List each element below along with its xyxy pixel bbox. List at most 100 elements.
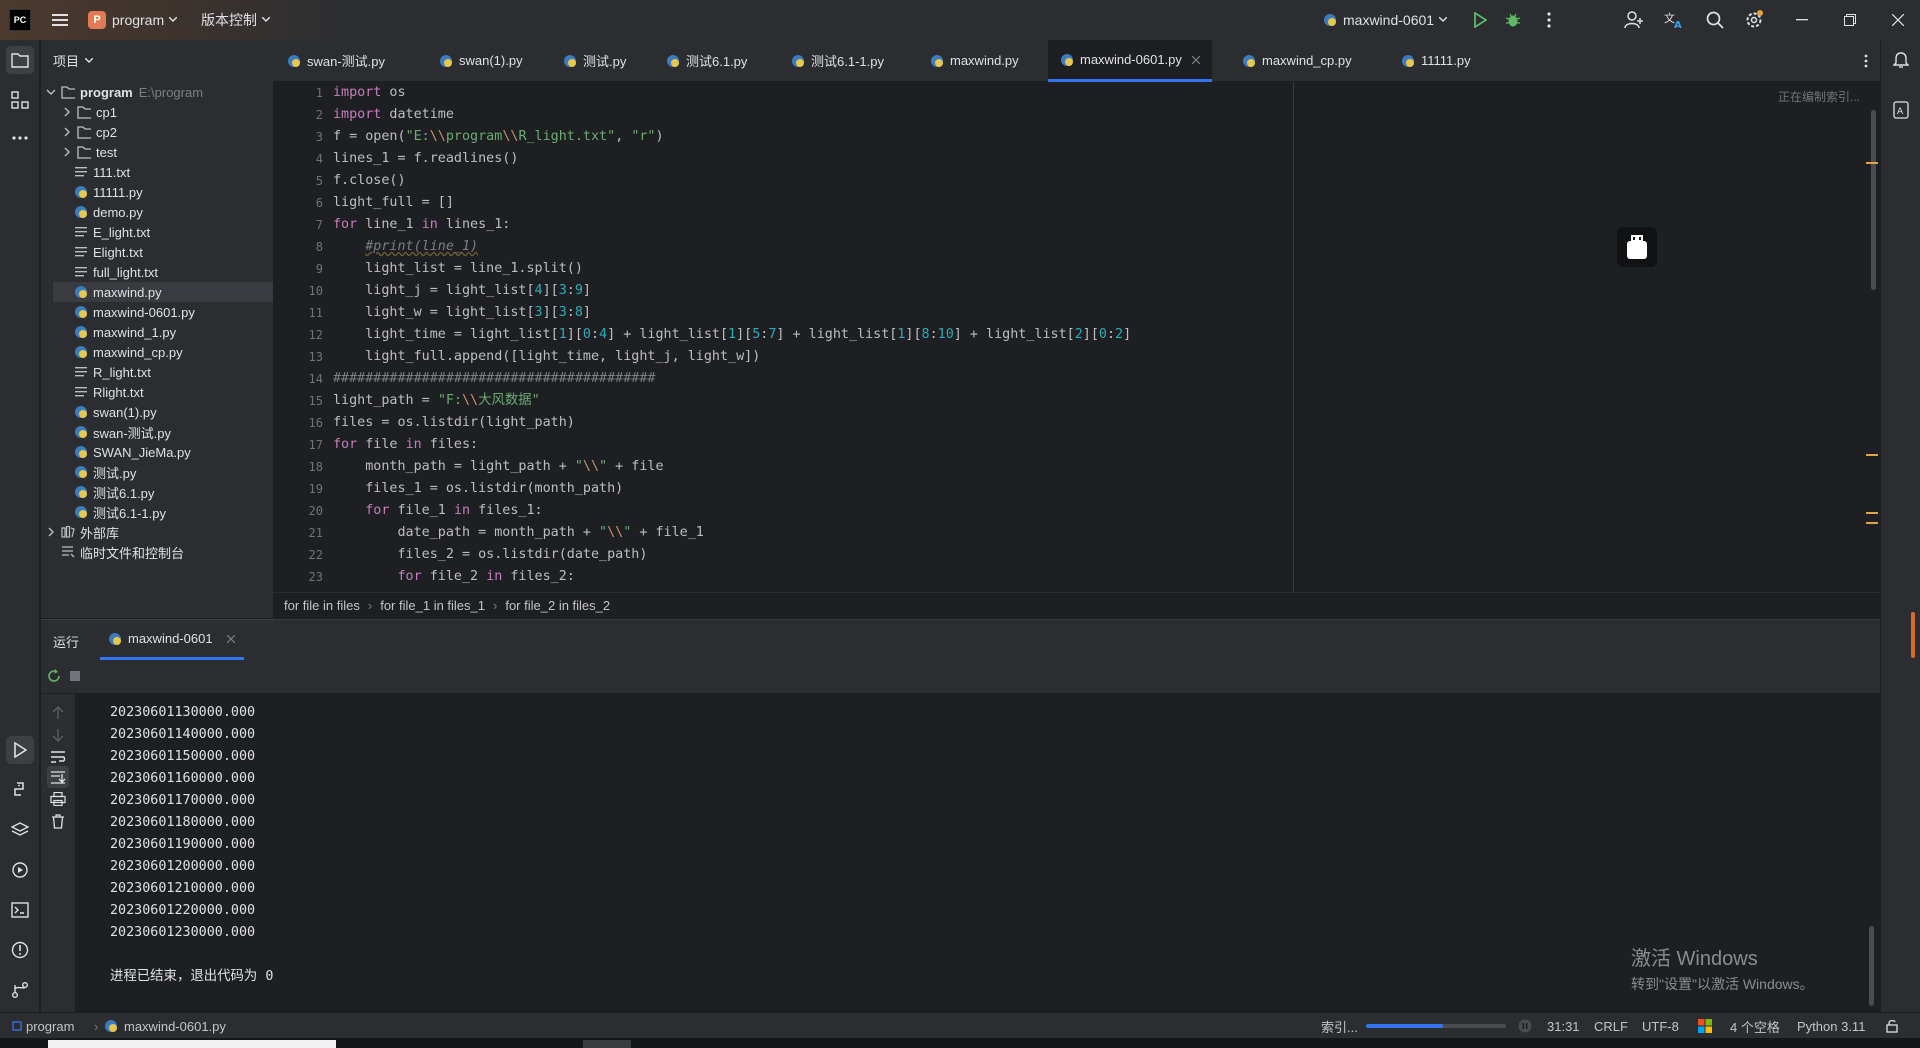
status-cursor-position[interactable]: 31:31 [1547, 1013, 1580, 1039]
more-actions-icon[interactable] [1539, 6, 1559, 34]
console-output-line: 20230601210000.000 [110, 881, 256, 896]
tab-active-file[interactable]: maxwind-0601.py [1048, 40, 1212, 82]
tree-item[interactable]: maxwind.py [53, 282, 273, 302]
tab-file[interactable]: swan-测试.py [275, 40, 397, 81]
debug-icon[interactable] [1503, 6, 1523, 34]
tree-item[interactable]: 测试.py [41, 462, 273, 482]
chevron-right-icon[interactable] [61, 127, 73, 137]
breadcrumb-item[interactable]: for file_1 in files_1 [380, 598, 485, 613]
code-area[interactable]: import os import datetime f = open("E:\\pr… [333, 82, 1583, 592]
tree-item[interactable]: 11111.py [41, 182, 273, 202]
tree-item[interactable]: 111.txt [41, 162, 273, 182]
stop-icon[interactable] [69, 670, 81, 682]
tree-item-label: 测试6.1.py [93, 485, 155, 501]
status-file[interactable]: maxwind-0601.py [104, 1013, 226, 1039]
tab-label: 11111.py [1421, 53, 1471, 68]
color-scheme-icon[interactable] [1698, 1013, 1712, 1039]
tree-item[interactable]: Rlight.txt [41, 382, 273, 402]
chevron-down-icon[interactable] [45, 89, 57, 96]
tab-file[interactable]: 测试.py [551, 40, 638, 81]
tree-item[interactable]: Elight.txt [41, 242, 273, 262]
tree-item[interactable]: maxwind_1.py [41, 322, 273, 342]
soft-wrap-icon[interactable] [47, 746, 69, 768]
project-panel-header[interactable]: 项目 [41, 40, 273, 81]
tree-item[interactable]: swan-测试.py [41, 422, 273, 442]
main-menu-icon[interactable] [48, 6, 72, 34]
tree-item[interactable]: R_light.txt [41, 362, 273, 382]
ai-assistant-icon[interactable]: A [1887, 96, 1915, 124]
tree-item[interactable]: cp2 [41, 122, 273, 142]
structure-icon[interactable] [6, 86, 34, 114]
minimize-icon[interactable] [1792, 6, 1812, 34]
tabs-more-icon[interactable] [1864, 47, 1868, 75]
print-icon[interactable] [47, 788, 69, 810]
tree-item[interactable]: E_light.txt [41, 222, 273, 242]
more-tools-icon[interactable] [6, 124, 34, 152]
status-encoding[interactable]: UTF-8 [1642, 1013, 1679, 1039]
status-project[interactable]: program [12, 1013, 74, 1039]
chevron-right-icon[interactable] [61, 107, 73, 117]
tree-item[interactable]: SWAN_JieMa.py [41, 442, 273, 462]
translate-icon[interactable]: 文A [1663, 6, 1685, 34]
python-console-icon[interactable] [6, 776, 34, 804]
floating-plugin-icon[interactable] [1617, 227, 1657, 267]
services-icon[interactable] [6, 856, 34, 884]
scroll-to-end-icon[interactable] [47, 766, 69, 788]
code-editor[interactable]: 1 2 3 4 5 6 7 8 9 10 11 12 13 14 15 16 17 18 19 20 21 22 23 im… [273, 82, 1880, 592]
status-line-ending[interactable]: CRLF [1594, 1013, 1628, 1039]
run-config-selector[interactable]: maxwind-0601 [1323, 6, 1448, 34]
breadcrumb-item[interactable]: for file_2 in files_2 [505, 598, 610, 613]
tree-root-program[interactable]: program E:\program [41, 82, 273, 102]
tree-item[interactable]: demo.py [41, 202, 273, 222]
tree-scratches[interactable]: 临时文件和控制台 [41, 542, 273, 562]
chevron-right-icon[interactable] [61, 147, 73, 157]
notifications-bell-icon[interactable] [1887, 46, 1915, 74]
pause-indexing-icon[interactable] [1518, 1013, 1532, 1039]
add-user-icon[interactable] [1623, 6, 1645, 34]
tree-item[interactable]: maxwind-0601.py [41, 302, 273, 322]
tab-file[interactable]: maxwind_cp.py [1230, 40, 1364, 81]
tab-file[interactable]: 测试6.1-1.py [779, 40, 896, 81]
run-icon[interactable] [1470, 6, 1490, 34]
tree-external-libraries[interactable]: 外部库 [41, 522, 273, 542]
close-window-icon[interactable] [1888, 6, 1908, 34]
vcs-menu[interactable]: 版本控制 [201, 6, 270, 34]
tree-item[interactable]: swan(1).py [41, 402, 273, 422]
trash-icon[interactable] [47, 810, 69, 832]
lock-icon[interactable] [1886, 1013, 1898, 1039]
terminal-icon[interactable] [6, 896, 34, 924]
close-tab-icon[interactable] [1191, 55, 1200, 64]
editor-scrollbar[interactable] [1866, 82, 1880, 592]
problems-icon[interactable] [6, 936, 34, 964]
status-indent[interactable]: 4 个空格 [1730, 1013, 1780, 1039]
layers-icon[interactable] [6, 816, 34, 844]
app-logo-icon[interactable]: PC [9, 9, 31, 31]
project-switcher[interactable]: P program [88, 6, 178, 34]
console-scrollbar[interactable] [1868, 694, 1874, 1013]
tree-item[interactable]: 测试6.1-1.py [41, 502, 273, 522]
tree-item[interactable]: test [41, 142, 273, 162]
rerun-icon[interactable] [46, 668, 62, 684]
status-interpreter[interactable]: Python 3.11 [1797, 1013, 1865, 1039]
tab-file[interactable]: 测试6.1.py [654, 40, 759, 81]
git-icon[interactable] [6, 976, 34, 1004]
tab-file[interactable]: swan(1).py [427, 40, 535, 81]
tab-file[interactable]: maxwind.py [918, 40, 1031, 81]
settings-gear-icon[interactable] [1743, 6, 1765, 34]
project-folder-icon[interactable] [6, 46, 34, 74]
console-output[interactable]: 20230601130000.000 20230601140000.000 2023… [85, 694, 1865, 1013]
down-arrow-icon[interactable] [47, 724, 69, 746]
breadcrumb-item[interactable]: for file in files [284, 598, 360, 613]
tree-item[interactable]: 测试6.1.py [41, 482, 273, 502]
tree-item[interactable]: maxwind_cp.py [41, 342, 273, 362]
chevron-right-icon[interactable] [45, 527, 57, 537]
search-icon[interactable] [1704, 6, 1726, 34]
up-arrow-icon[interactable] [47, 702, 69, 724]
run-tool-icon[interactable] [6, 736, 34, 764]
tree-item[interactable]: cp1 [41, 102, 273, 122]
tab-file[interactable]: 11111.py [1389, 40, 1483, 81]
restore-icon[interactable] [1840, 6, 1860, 34]
tree-item[interactable]: full_light.txt [41, 262, 273, 282]
run-tab[interactable]: maxwind-0601 [100, 620, 244, 660]
close-tab-icon[interactable] [226, 634, 235, 643]
